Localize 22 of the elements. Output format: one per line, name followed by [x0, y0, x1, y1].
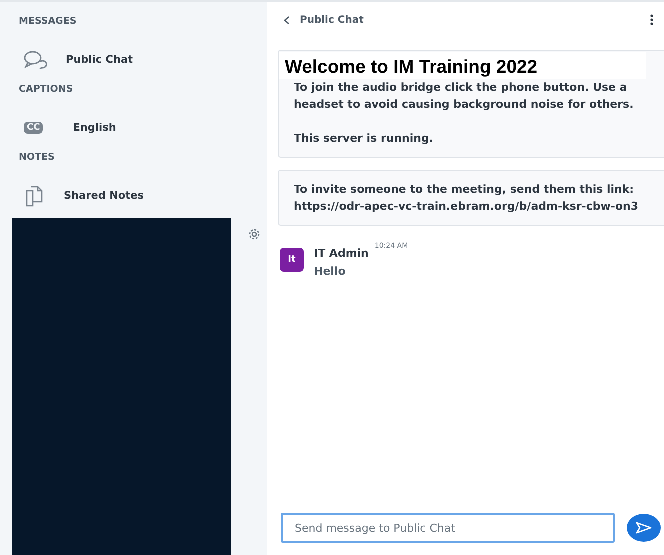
- welcome-title: Welcome to IM Training 2022: [279, 52, 646, 79]
- settings-icon[interactable]: [248, 228, 261, 241]
- sidebar-item[interactable]: CC English: [0, 106, 267, 150]
- send-button[interactable]: [627, 514, 661, 542]
- message-input[interactable]: Send message to Public Chat: [281, 513, 615, 543]
- sidebar-item[interactable]: Public Chat: [0, 38, 267, 82]
- sidebar-item[interactable]: Shared Notes: [0, 174, 267, 218]
- avatar: It: [280, 248, 304, 272]
- section-heading: NOTES: [18, 151, 56, 165]
- message-author: IT Admin: [314, 247, 369, 260]
- send-icon: [636, 522, 652, 534]
- chevron-left-icon: [284, 16, 290, 24]
- more-options-icon[interactable]: [650, 14, 654, 26]
- section-heading: MESSAGES: [18, 15, 78, 29]
- section-heading: CAPTIONS: [18, 83, 74, 97]
- invite-text: To invite someone to the meeting, send them this link: https://odr-apec-vc-train.ebram.org/b/adm-ksr-cbw-on3: [294, 182, 640, 215]
- back-button[interactable]: Public Chat: [278, 14, 364, 26]
- welcome-text: This server is running.: [294, 131, 435, 147]
- captions-icon: CC: [24, 122, 44, 134]
- welcome-text: To join the audio bridge click the phone button. Use a headset to avoid causing background noise for others.: [294, 80, 635, 113]
- chat-bubbles-icon: [24, 50, 48, 70]
- message-text: Hello: [314, 265, 347, 278]
